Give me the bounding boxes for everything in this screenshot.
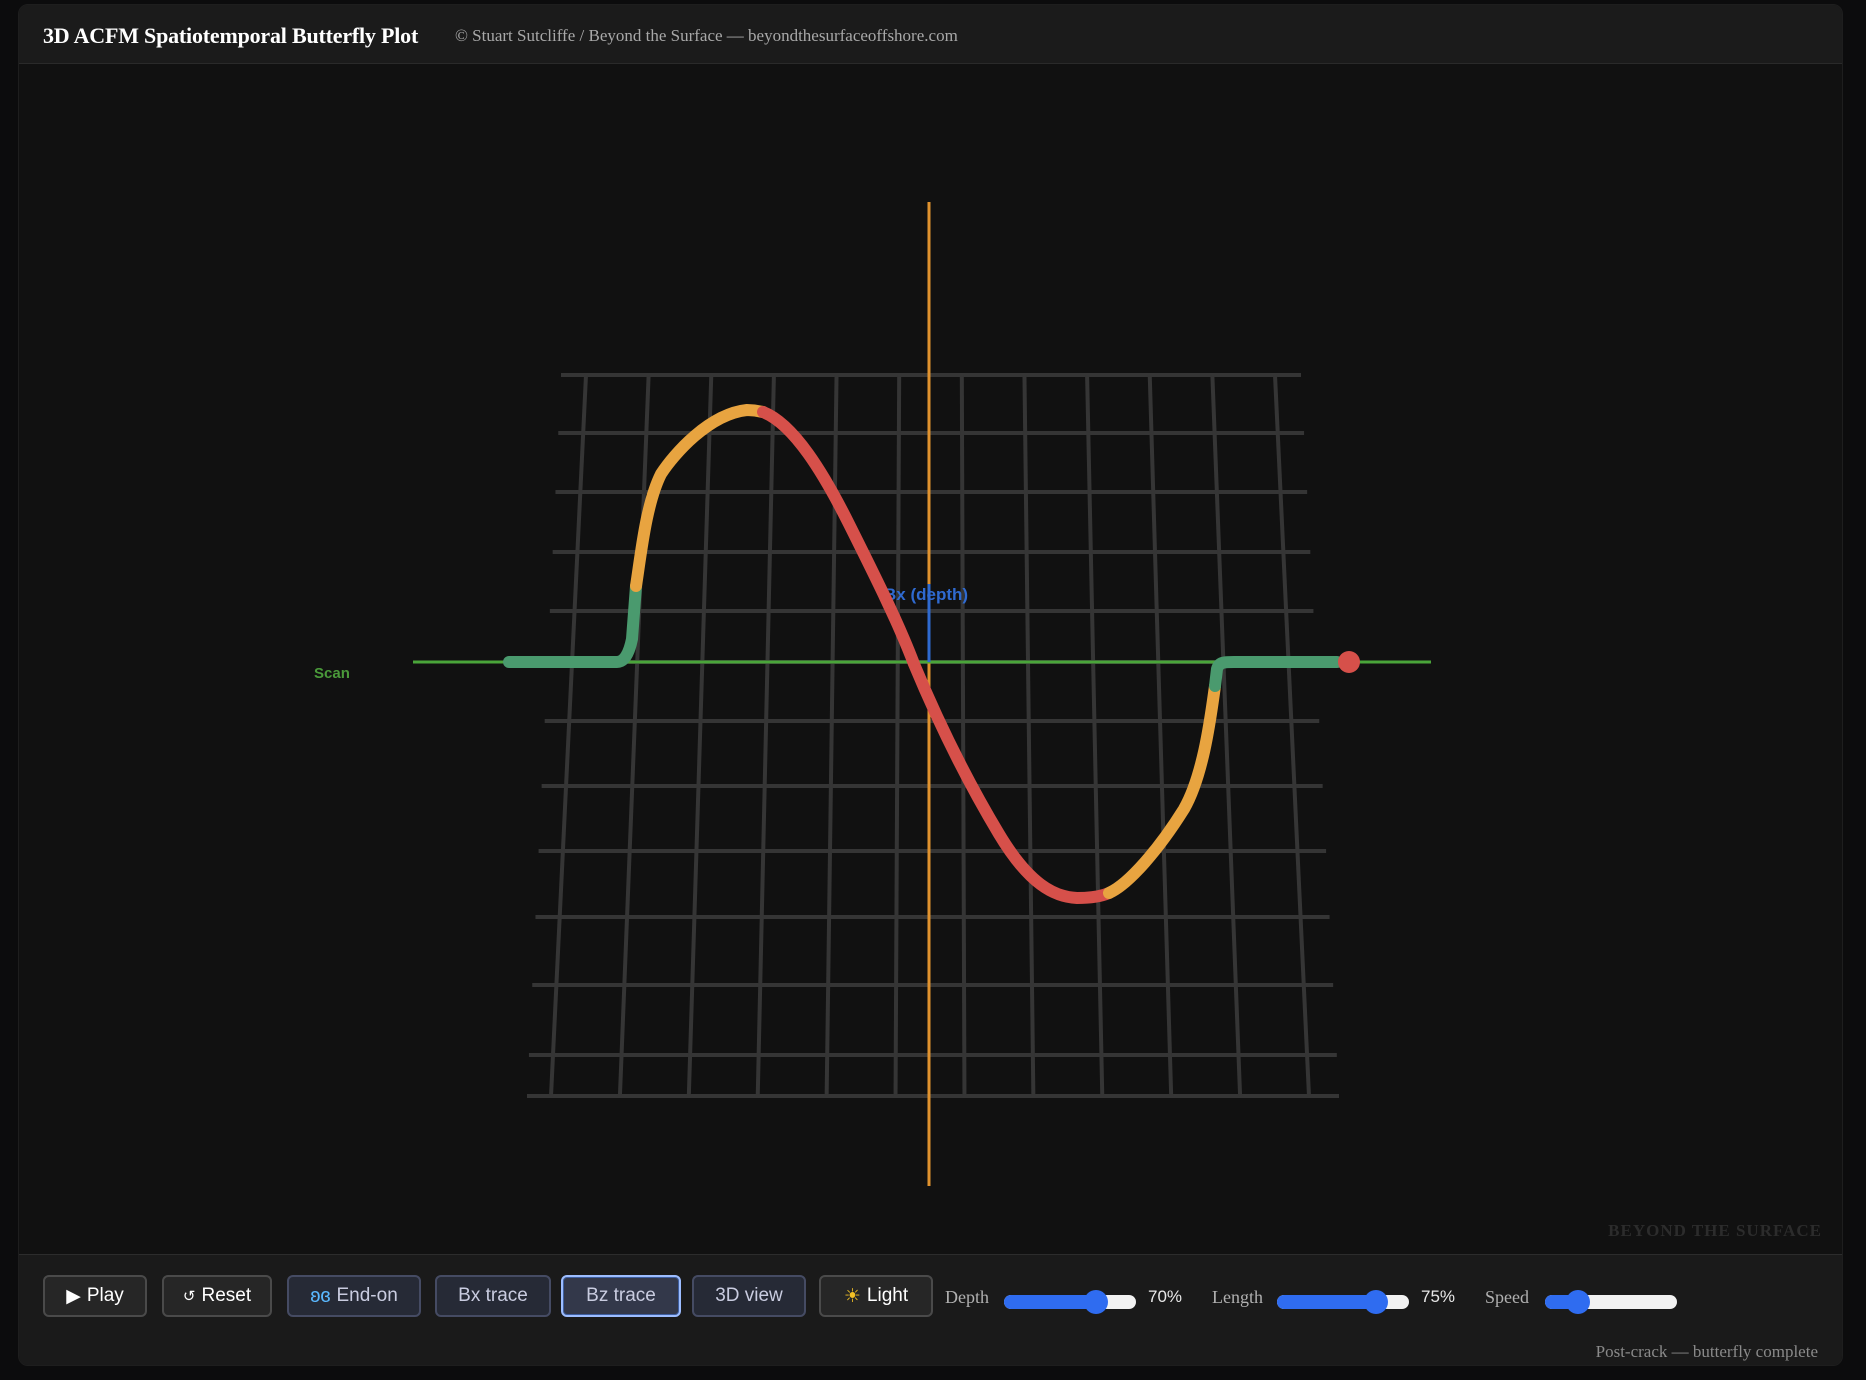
grid-column-line — [1210, 374, 1243, 1097]
grid-column-line — [617, 374, 651, 1097]
depth-slider-fill — [1004, 1295, 1097, 1309]
depth-slider-thumb[interactable] — [1084, 1290, 1109, 1314]
bx-trace-button[interactable]: Bx trace — [435, 1275, 551, 1317]
sun-icon: ☀ — [843, 1285, 861, 1307]
header-bar: 3D ACFM Spatiotemporal Butterfly Plot © … — [19, 5, 1842, 64]
length-label: Length — [1212, 1287, 1263, 1307]
play-icon: ▶ — [66, 1285, 81, 1307]
grid-column-line — [549, 374, 588, 1097]
grid-column-line — [1022, 374, 1036, 1097]
app-panel: 3D ACFM Spatiotemporal Butterfly Plot © … — [18, 4, 1843, 1366]
bz-trace-button-label: Bz trace — [586, 1285, 656, 1306]
control-toolbar: ▶ Play ↺ Reset ʚɞ End-on Bx trace Bz tra… — [19, 1254, 1842, 1365]
end-on-button[interactable]: ʚɞ End-on — [287, 1275, 421, 1317]
grid-column-line — [1085, 374, 1105, 1097]
3d-view-button-label: 3D view — [715, 1285, 783, 1306]
play-button-label: Play — [86, 1285, 124, 1306]
length-slider-thumb[interactable] — [1364, 1290, 1388, 1314]
speed-label: Speed — [1485, 1287, 1529, 1307]
depth-slider[interactable] — [1004, 1290, 1136, 1314]
length-value: 75% — [1421, 1287, 1456, 1306]
light-button-label: Light — [866, 1285, 909, 1306]
grid-column-line — [1147, 374, 1174, 1097]
scan-axis-label: Scan — [314, 665, 350, 682]
trace-segment-red — [757, 406, 1115, 904]
3d-view-button[interactable]: 3D view — [692, 1275, 806, 1317]
grid-column-line — [1273, 374, 1311, 1097]
reset-button[interactable]: ↺ Reset — [162, 1275, 272, 1317]
grid-column-line — [959, 374, 967, 1097]
grid-column-line — [686, 374, 714, 1097]
status-text: Post-crack — butterfly complete — [1595, 1342, 1818, 1361]
bx-trace-button-label: Bx trace — [458, 1285, 528, 1306]
trace-end-marker — [1338, 651, 1360, 673]
page-title: 3D ACFM Spatiotemporal Butterfly Plot — [43, 23, 419, 48]
butterfly-icon: ʚɞ — [310, 1284, 331, 1307]
grid-plane — [527, 373, 1339, 1098]
reset-icon: ↺ — [182, 1288, 196, 1305]
watermark-text: BEYOND THE SURFACE — [1608, 1221, 1822, 1240]
butterfly-plot-svg[interactable]: Scan Bx (depth) — [19, 64, 1842, 1256]
copyright-subtitle: © Stuart Sutcliffe / Beyond the Surface … — [455, 26, 958, 45]
reset-button-label: Reset — [201, 1285, 252, 1306]
speed-slider[interactable] — [1545, 1290, 1677, 1314]
plot-canvas[interactable]: Scan Bx (depth) — [19, 64, 1842, 1256]
depth-label: Depth — [945, 1287, 989, 1307]
bx-axis-label: Bx (depth) — [884, 585, 968, 604]
grid-column-line — [755, 374, 776, 1097]
bz-trace-button[interactable]: Bz trace — [561, 1275, 681, 1317]
length-slider-fill — [1277, 1295, 1376, 1309]
butterfly-trace — [503, 404, 1343, 904]
depth-value: 70% — [1148, 1287, 1183, 1306]
trace-segment-flat-right — [1209, 656, 1343, 692]
end-on-button-label: End-on — [336, 1285, 398, 1306]
grid-column-line — [893, 374, 902, 1097]
play-button[interactable]: ▶ Play — [43, 1275, 147, 1317]
light-mode-button[interactable]: ☀ Light — [819, 1275, 933, 1317]
trace-segment-rise — [630, 404, 769, 592]
length-slider[interactable] — [1277, 1290, 1409, 1314]
speed-slider-thumb[interactable] — [1566, 1290, 1590, 1314]
